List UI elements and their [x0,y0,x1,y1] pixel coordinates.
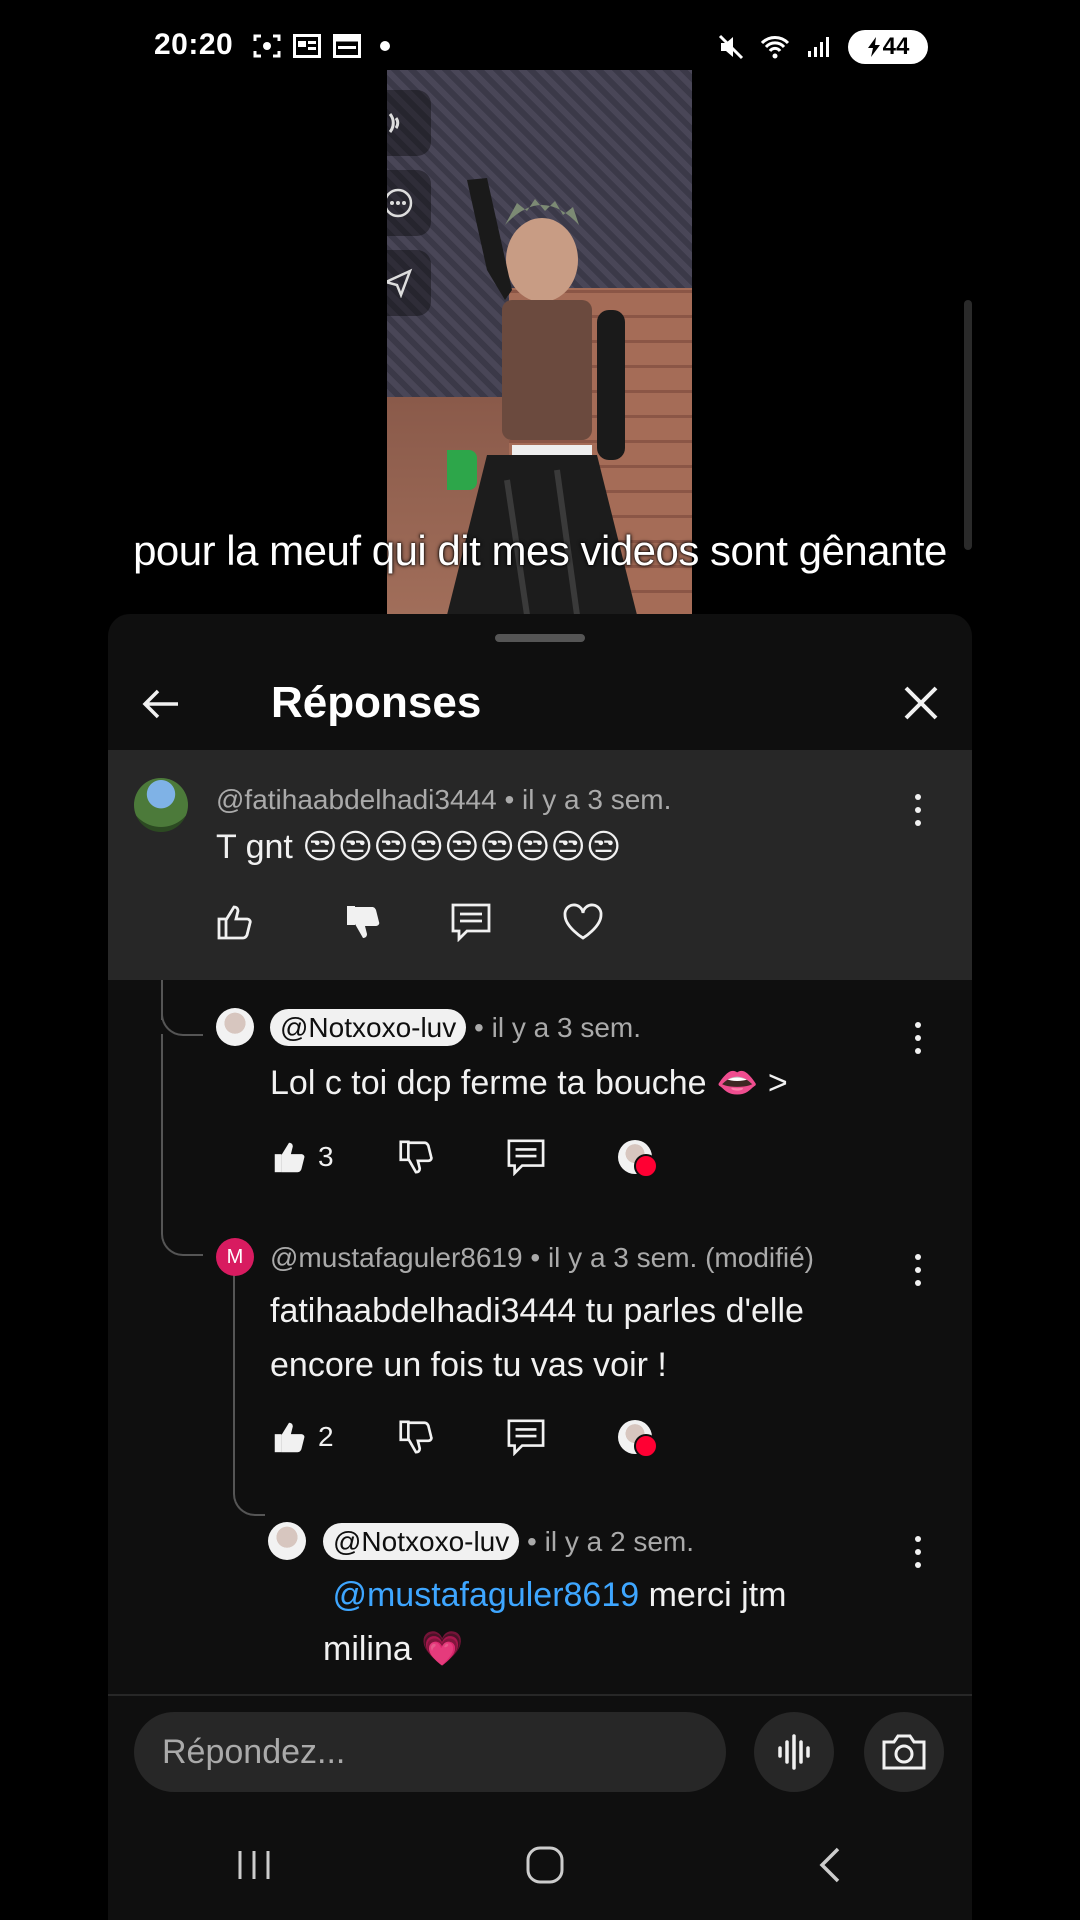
more-options-icon[interactable] [387,170,431,236]
comment-icon [507,1139,545,1176]
avatar[interactable] [216,1008,254,1046]
screenshot-icon [252,32,282,60]
like-count: 3 [318,1141,334,1172]
reply-bar: Répondez... [108,1694,972,1816]
dislike-button[interactable] [342,902,382,942]
nav-back-icon[interactable] [816,1845,846,1890]
comment-icon [507,1419,545,1456]
creator-avatar [618,1140,658,1178]
avatar-letter: M [226,1245,244,1268]
mute-icon [716,33,746,61]
thumbs-up-icon [217,905,252,940]
thread-connector [161,1004,203,1036]
comment-text-line: milina 💗 [323,1630,464,1668]
comment-text-fragment: merci jtm [639,1576,787,1614]
comment-text: T gnt 😒😒😒😒😒😒😒😒😒 [216,828,622,866]
recent-apps-icon[interactable] [234,1847,274,1888]
thread-connector [161,1034,203,1256]
comment-time: • il y a 2 sem. [527,1526,695,1557]
signal-icon [804,33,834,61]
comment-author[interactable]: @fatihaabdelhadi3444 [216,784,497,815]
system-nav-bar [108,1814,972,1920]
voice-button[interactable] [754,1712,834,1792]
thumbs-up-icon [274,1142,305,1173]
panel-title: Réponses [271,678,482,727]
thumbs-up-icon [274,1422,305,1453]
comment-text-line: encore un fois tu vas voir ! [270,1346,667,1384]
comment-author[interactable]: @Notxoxo-luv [270,1009,467,1046]
heart-button[interactable] [562,902,604,942]
heart-icon [563,903,603,940]
comment-time: • il y a 3 sem. [474,1012,642,1043]
comment-author[interactable]: @mustafaguler8619 [270,1242,523,1273]
mention-link[interactable]: @mustafaguler8619 [332,1576,639,1614]
status-icons-right: 44 [716,30,928,64]
home-icon[interactable] [525,1845,565,1890]
drag-handle[interactable] [495,634,585,642]
battery-icon: 44 [848,30,928,64]
thumbs-down-icon [347,906,380,938]
creator-heart [618,1420,658,1458]
audio-icon[interactable] [387,90,431,156]
heart-badge-icon [634,1434,658,1458]
heart-badge-icon [634,1154,658,1178]
avatar[interactable] [134,778,188,832]
comment-time: • il y a 3 sem. [504,784,672,815]
comment-author[interactable]: @Notxoxo-luv [323,1523,520,1560]
reply-button[interactable] [506,1418,546,1456]
avatar[interactable] [268,1522,306,1560]
battery-level: 44 [882,33,910,60]
parent-comment: @fatihaabdelhadi3444 • il y a 3 sem. T g… [108,752,972,980]
comment-meta: @mustafaguler8619 • il y a 3 sem. (modif… [270,1242,814,1274]
calendar-icon [332,32,362,60]
comment-text-line: @mustafaguler8619 merci jtm [323,1568,786,1622]
voice-waveform-icon [778,1734,810,1770]
dislike-button[interactable] [396,1138,434,1176]
creator-avatar [618,1420,658,1458]
comment-text-line: fatihaabdelhadi3444 tu parles d'elle [270,1292,804,1330]
more-vert-icon[interactable] [903,1250,933,1290]
panel-header: Réponses [108,654,972,752]
close-icon[interactable] [898,680,944,726]
camera-icon [882,1734,926,1770]
video-caption: pour la meuf qui dit mes videos sont gên… [133,527,947,574]
thumbs-down-icon [399,1420,433,1454]
like-count: 2 [318,1421,334,1452]
comment-meta: @Notxoxo-luv • il y a 3 sem. [270,1009,642,1046]
more-vert-icon[interactable] [903,1018,933,1058]
comment-text: @mustafaguler8619 merci jtm milina 💗 [323,1568,786,1676]
avatar[interactable]: M [216,1238,254,1276]
news-icon [292,32,322,60]
status-time: 20:20 [154,28,234,61]
creator-heart [618,1140,658,1178]
thread-connector [233,1274,265,1516]
like-button[interactable]: 2 [270,1418,334,1456]
comment-meta: @Notxoxo-luv • il y a 2 sem. [323,1523,695,1560]
like-button[interactable] [214,902,254,942]
more-vert-icon[interactable] [903,1532,933,1572]
wifi-icon [760,33,790,61]
replies-panel: Réponses @fatihaabdelhadi3444 • il y a 3… [108,614,972,1920]
dislike-button[interactable] [396,1418,434,1456]
comment-icon [451,903,491,942]
back-arrow-icon[interactable] [138,680,186,728]
notification-dot-icon [380,41,390,51]
reply-button[interactable] [506,1138,546,1176]
comment-text: Lol c toi dcp ferme ta bouche 👄 > [270,1064,788,1102]
thumbs-down-icon [399,1140,433,1174]
more-vert-icon[interactable] [903,790,933,830]
status-icons-left [252,32,390,60]
video-scrollbar[interactable] [964,300,972,550]
camera-button[interactable] [864,1712,944,1792]
share-icon[interactable] [387,250,431,316]
comment-text: fatihaabdelhadi3444 tu parles d'elle enc… [270,1284,804,1392]
like-button[interactable]: 3 [270,1138,334,1176]
comment-time: • il y a 3 sem. (modifié) [530,1242,815,1273]
reply-button[interactable] [450,902,492,942]
reply-input[interactable]: Répondez... [134,1712,726,1792]
comment-meta: @fatihaabdelhadi3444 • il y a 3 sem. [216,784,671,816]
